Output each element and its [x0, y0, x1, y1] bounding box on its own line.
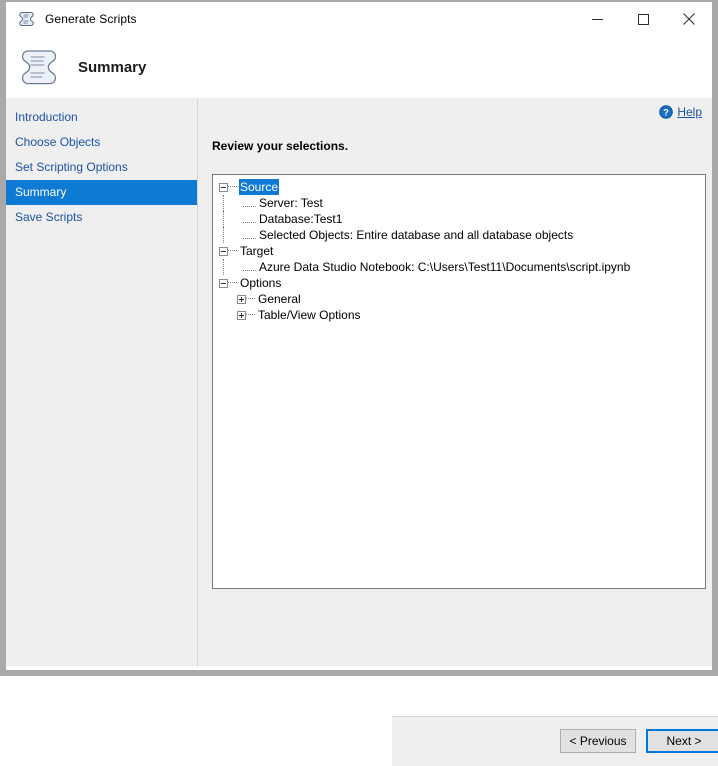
tree-connector — [246, 298, 255, 300]
tree-node-options[interactable]: Options — [219, 275, 705, 291]
tree-connector — [223, 211, 225, 227]
tree-node-label: Target — [239, 243, 274, 259]
tree-node-label: General — [257, 291, 302, 307]
collapse-box-icon[interactable] — [219, 247, 228, 256]
tree-leaf-notebook-path[interactable]: Azure Data Studio Notebook: C:\Users\Tes… — [219, 259, 705, 275]
wizard-step-sidebar: Introduction Choose Objects Set Scriptin… — [6, 98, 198, 666]
close-button[interactable] — [666, 2, 712, 36]
help-question-icon: ? — [659, 105, 673, 119]
help-label: Help — [677, 105, 702, 119]
tree-node-label: Table/View Options — [257, 307, 362, 323]
previous-button[interactable]: < Previous — [560, 729, 636, 753]
tree-node-source[interactable]: Source — [219, 179, 705, 195]
page-header: Summary — [6, 36, 712, 98]
tree-leaf-label: Database:Test1 — [258, 211, 343, 227]
tree-leaf-selected-objects[interactable]: Selected Objects: Entire database and al… — [219, 227, 705, 243]
tree-node-general[interactable]: General — [219, 291, 705, 307]
body-area: Introduction Choose Objects Set Scriptin… — [6, 98, 712, 666]
title-bar: Generate Scripts — [6, 2, 712, 36]
tree-leaf-label: Server: Test — [258, 195, 324, 211]
tree-connector — [223, 259, 225, 275]
tree-leaf-database[interactable]: Database:Test1 — [219, 211, 705, 227]
tree-node-label: Source — [239, 179, 279, 195]
expand-box-icon[interactable] — [237, 295, 246, 304]
tree-connector — [246, 314, 255, 316]
help-link[interactable]: ? Help — [659, 105, 702, 119]
tree-node-label: Options — [239, 275, 282, 291]
tree-connector — [228, 250, 237, 252]
script-scroll-icon — [16, 44, 62, 90]
sidebar-item-summary[interactable]: Summary — [6, 180, 197, 205]
wizard-button-row: < Previous Next > Finish Cancel — [560, 729, 718, 753]
tree-connector — [243, 206, 256, 208]
sidebar-item-label: Set Scripting Options — [15, 160, 128, 174]
tree-connector — [228, 186, 237, 188]
sidebar-item-set-scripting-options[interactable]: Set Scripting Options — [6, 155, 197, 180]
window-controls — [574, 2, 712, 36]
tree-connector — [223, 227, 225, 243]
page-title: Summary — [78, 59, 146, 76]
sidebar-item-label: Choose Objects — [15, 135, 100, 149]
generate-scripts-window: Generate Scripts — [0, 0, 718, 676]
tree-connector — [223, 195, 225, 211]
minimize-button[interactable] — [574, 2, 620, 36]
sidebar-item-introduction[interactable]: Introduction — [6, 105, 197, 130]
tree-leaf-label: Azure Data Studio Notebook: C:\Users\Tes… — [258, 259, 631, 275]
tree-connector — [243, 238, 256, 240]
collapse-box-icon[interactable] — [219, 183, 228, 192]
collapse-box-icon[interactable] — [219, 279, 228, 288]
content-pane: ? Help Review your selections. Source — [199, 98, 712, 666]
next-button[interactable]: Next > — [646, 729, 718, 753]
window-title: Generate Scripts — [45, 12, 137, 26]
svg-text:?: ? — [664, 107, 670, 117]
close-icon — [683, 13, 695, 25]
tree-connector — [228, 282, 237, 284]
script-scroll-icon — [18, 10, 36, 28]
tree-node-target[interactable]: Target — [219, 243, 705, 259]
tree-leaf-server[interactable]: Server: Test — [219, 195, 705, 211]
tree-connector — [243, 222, 256, 224]
maximize-button[interactable] — [620, 2, 666, 36]
sidebar-item-label: Summary — [15, 185, 66, 199]
tree-inner: Source Server: Test Databa — [213, 175, 705, 323]
sidebar-item-label: Introduction — [15, 110, 78, 124]
review-selections-label: Review your selections. — [212, 139, 348, 153]
sidebar-item-choose-objects[interactable]: Choose Objects — [6, 130, 197, 155]
tree-connector — [243, 270, 256, 272]
maximize-icon — [638, 14, 649, 25]
footer-bar: < Previous Next > Finish Cancel — [392, 716, 718, 766]
sidebar-item-save-scripts[interactable]: Save Scripts — [6, 205, 197, 230]
sidebar-item-label: Save Scripts — [15, 210, 82, 224]
summary-tree[interactable]: Source Server: Test Databa — [212, 174, 706, 589]
expand-box-icon[interactable] — [237, 311, 246, 320]
minimize-icon — [592, 14, 603, 25]
sidebar-list: Introduction Choose Objects Set Scriptin… — [6, 98, 197, 230]
tree-node-table-view-options[interactable]: Table/View Options — [219, 307, 705, 323]
tree-leaf-label: Selected Objects: Entire database and al… — [258, 227, 574, 243]
